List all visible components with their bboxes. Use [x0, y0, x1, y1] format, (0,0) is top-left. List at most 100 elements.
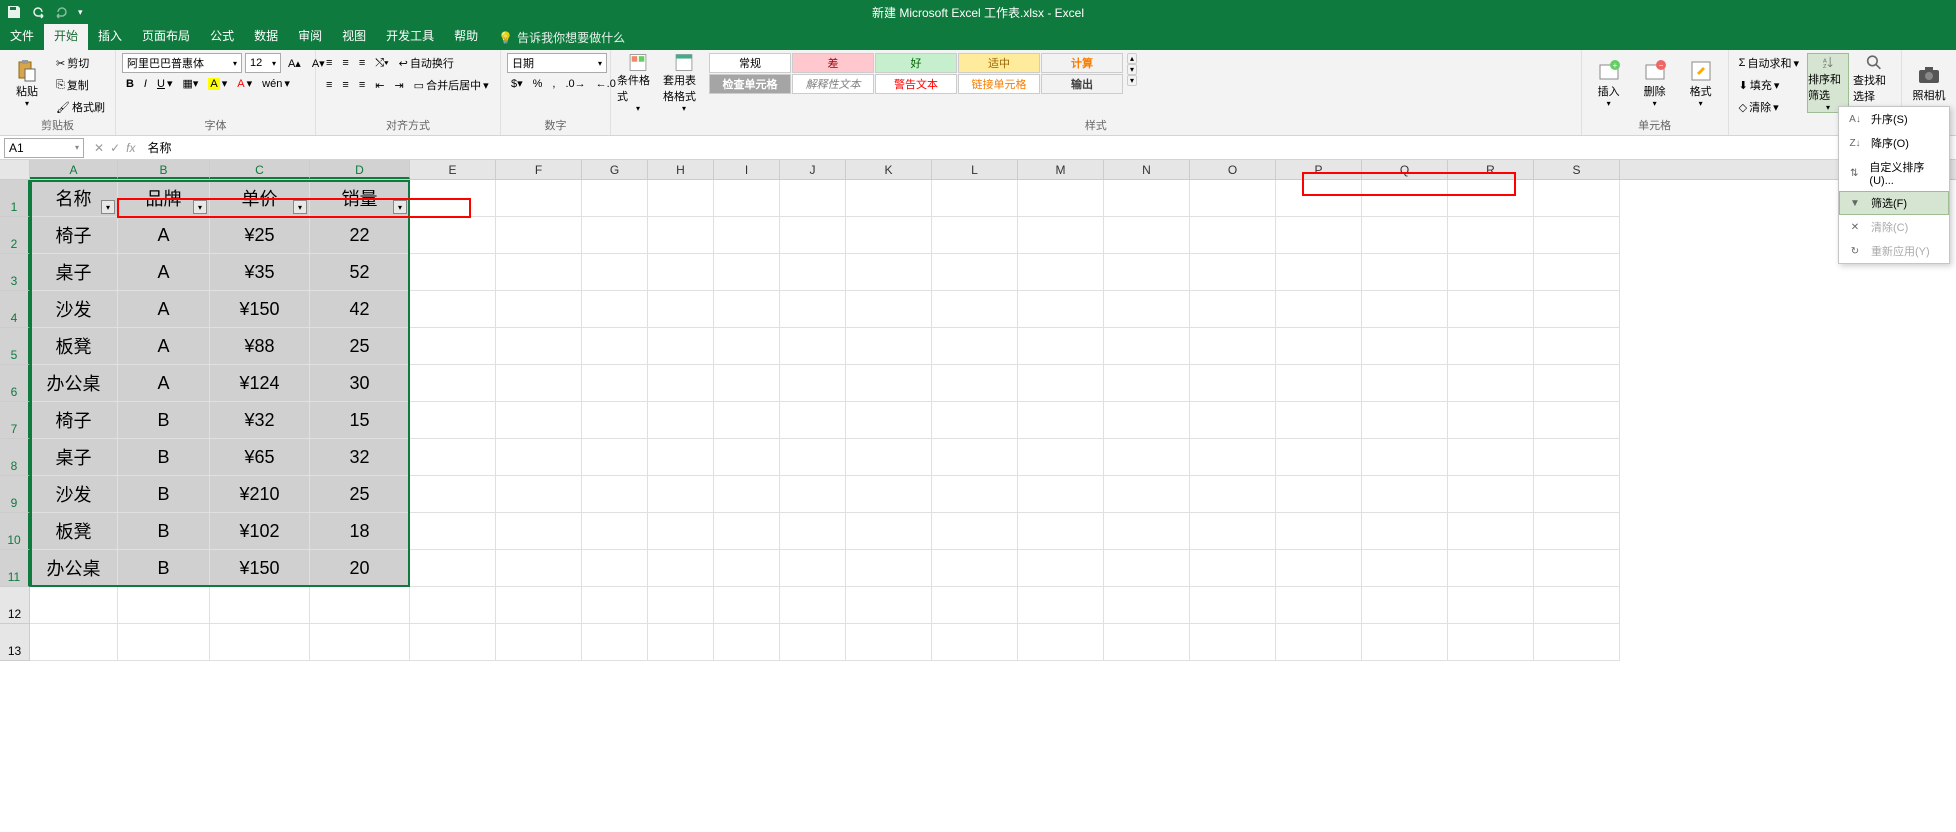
row-header[interactable]: 5 — [0, 328, 30, 365]
cell[interactable] — [582, 254, 648, 291]
cell[interactable]: 42 — [310, 291, 410, 328]
align-bottom-icon[interactable]: ≡ — [355, 55, 369, 71]
cell[interactable] — [1276, 513, 1362, 550]
row-header[interactable]: 12 — [0, 587, 30, 624]
cell[interactable]: ¥88 — [210, 328, 310, 365]
cell[interactable] — [410, 439, 496, 476]
increase-font-icon[interactable]: A▴ — [284, 53, 305, 73]
cell[interactable] — [846, 513, 932, 550]
cell[interactable] — [1534, 513, 1620, 550]
cell[interactable]: ¥35 — [210, 254, 310, 291]
cell[interactable] — [932, 624, 1018, 661]
cell[interactable] — [932, 476, 1018, 513]
cell[interactable] — [582, 365, 648, 402]
filter-dropdown-icon[interactable]: ▾ — [293, 200, 307, 214]
row-header[interactable]: 4 — [0, 291, 30, 328]
cell-style[interactable]: 好 — [875, 53, 957, 73]
cell[interactable]: B — [118, 550, 210, 587]
style-gallery[interactable]: 常规差好适中计算检查单元格解释性文本警告文本链接单元格输出 — [709, 53, 1123, 94]
cell[interactable] — [582, 180, 648, 217]
indent-dec-icon[interactable]: ⇤ — [371, 77, 388, 94]
cell[interactable] — [496, 328, 582, 365]
cell[interactable]: ¥32 — [210, 402, 310, 439]
tab-开始[interactable]: 开始 — [44, 22, 88, 50]
cell[interactable] — [582, 217, 648, 254]
currency-icon[interactable]: $▾ — [507, 75, 527, 92]
decimal-inc-icon[interactable]: .0→ — [561, 75, 589, 92]
tab-插入[interactable]: 插入 — [88, 22, 132, 50]
cell[interactable] — [1276, 587, 1362, 624]
cell[interactable] — [932, 550, 1018, 587]
cell[interactable] — [1276, 291, 1362, 328]
cell[interactable] — [1534, 476, 1620, 513]
cell[interactable] — [714, 587, 780, 624]
cell[interactable] — [118, 587, 210, 624]
cell[interactable]: 25 — [310, 476, 410, 513]
cell[interactable] — [1534, 217, 1620, 254]
cell[interactable] — [1534, 550, 1620, 587]
cell[interactable] — [1448, 439, 1534, 476]
cell[interactable]: 沙发 — [30, 291, 118, 328]
cell[interactable] — [1018, 402, 1104, 439]
row-header[interactable]: 10 — [0, 513, 30, 550]
cell[interactable] — [496, 624, 582, 661]
align-right-icon[interactable]: ≡ — [355, 77, 369, 93]
cell[interactable] — [648, 328, 714, 365]
cell[interactable] — [1362, 587, 1448, 624]
cell[interactable]: 单价▾ — [210, 180, 310, 217]
cell-style[interactable]: 检查单元格 — [709, 74, 791, 94]
cell[interactable] — [780, 513, 846, 550]
cell[interactable] — [1448, 513, 1534, 550]
cell[interactable] — [1362, 217, 1448, 254]
font-color-button[interactable]: A▾ — [233, 75, 256, 92]
cell[interactable] — [1018, 476, 1104, 513]
cell[interactable] — [30, 587, 118, 624]
cell[interactable] — [1362, 550, 1448, 587]
cell[interactable] — [714, 291, 780, 328]
cell[interactable] — [1018, 180, 1104, 217]
cell[interactable] — [714, 328, 780, 365]
cell[interactable] — [1534, 624, 1620, 661]
cell[interactable]: B — [118, 439, 210, 476]
cell[interactable] — [410, 513, 496, 550]
align-left-icon[interactable]: ≡ — [322, 77, 336, 93]
cell[interactable] — [846, 180, 932, 217]
tell-me[interactable]: 💡告诉我你想要做什么 — [488, 29, 635, 50]
cell[interactable] — [846, 217, 932, 254]
cell[interactable] — [1018, 513, 1104, 550]
cell[interactable] — [1018, 217, 1104, 254]
cell[interactable] — [648, 402, 714, 439]
cell[interactable] — [496, 254, 582, 291]
cell[interactable]: A — [118, 365, 210, 402]
tab-页面布局[interactable]: 页面布局 — [132, 22, 200, 50]
cell[interactable] — [932, 587, 1018, 624]
cell[interactable] — [780, 365, 846, 402]
col-header-P[interactable]: P — [1276, 160, 1362, 179]
cell[interactable] — [1362, 439, 1448, 476]
align-middle-icon[interactable]: ≡ — [338, 55, 352, 71]
cell[interactable] — [1534, 439, 1620, 476]
cell[interactable] — [1276, 550, 1362, 587]
cell[interactable] — [496, 513, 582, 550]
border-button[interactable]: ▦▾ — [178, 75, 202, 92]
cell[interactable] — [932, 365, 1018, 402]
cell[interactable]: 52 — [310, 254, 410, 291]
col-header-D[interactable]: D — [310, 160, 410, 179]
cell[interactable]: B — [118, 402, 210, 439]
format-cells-button[interactable]: 格式▾ — [1680, 53, 1722, 113]
cell[interactable] — [1448, 254, 1534, 291]
indent-inc-icon[interactable]: ⇥ — [390, 77, 407, 94]
cell[interactable]: 椅子 — [30, 217, 118, 254]
col-header-K[interactable]: K — [846, 160, 932, 179]
cell[interactable] — [1534, 180, 1620, 217]
cell[interactable] — [780, 217, 846, 254]
number-format-combo[interactable]: 日期▾ — [507, 53, 607, 73]
font-name-combo[interactable]: 阿里巴巴普惠体▾ — [122, 53, 242, 73]
copy-button[interactable]: ⎘复制 — [52, 75, 109, 95]
clear-button[interactable]: ◇ 清除▾ — [1735, 97, 1803, 117]
cell[interactable] — [582, 550, 648, 587]
formula-input[interactable]: 名称 — [141, 139, 1956, 156]
cell[interactable] — [648, 180, 714, 217]
cell[interactable] — [1104, 217, 1190, 254]
cell[interactable] — [1362, 291, 1448, 328]
